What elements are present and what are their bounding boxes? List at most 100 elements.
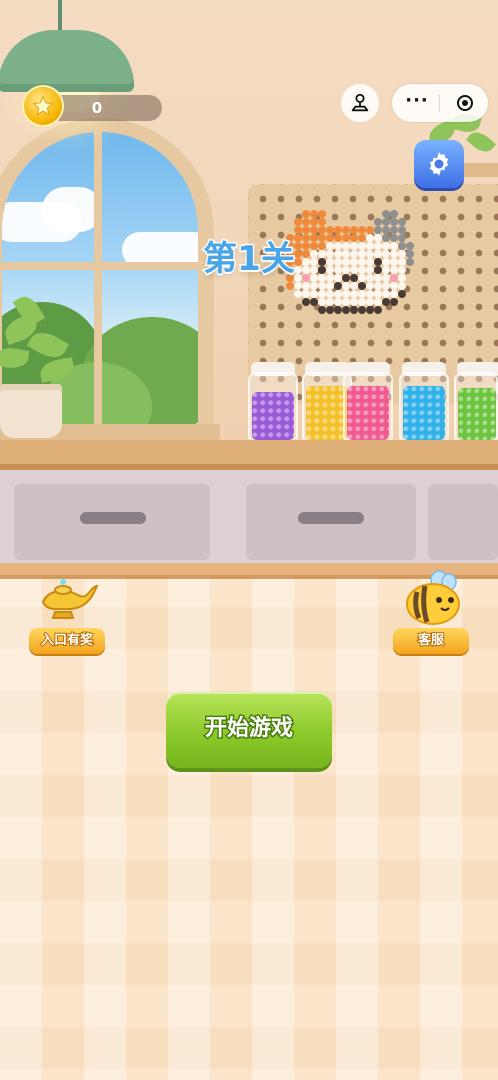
cat-bead <box>302 242 310 250</box>
magic-lamp-icon <box>41 579 99 619</box>
cat-bead <box>382 242 390 250</box>
level-title: 第1关 <box>202 238 297 281</box>
cat-bead <box>302 274 310 282</box>
cat-bead <box>342 242 350 250</box>
close-button[interactable] <box>444 84 486 122</box>
cat-bead <box>318 274 326 282</box>
cat-bead <box>310 250 318 258</box>
cat-bead <box>342 282 350 290</box>
cat-bead <box>334 298 342 306</box>
cat-bead <box>350 290 358 298</box>
cat-bead <box>398 234 406 242</box>
cat-bead <box>318 210 326 218</box>
cat-bead <box>334 274 342 282</box>
cat-bead <box>374 218 382 226</box>
cat-bead <box>302 210 310 218</box>
cat-bead <box>302 226 310 234</box>
cat-bead <box>310 274 318 282</box>
cat-bead <box>398 242 406 250</box>
cat-bead <box>398 274 406 282</box>
cat-bead <box>326 306 334 314</box>
cat-bead <box>334 266 342 274</box>
cat-bead <box>382 290 390 298</box>
customer-service-button[interactable]: 客服 <box>393 570 469 654</box>
cat-bead <box>382 226 390 234</box>
cat-bead <box>390 218 398 226</box>
cat-bead <box>302 290 310 298</box>
cat-bead <box>318 306 326 314</box>
cat-bead <box>382 210 390 218</box>
window-mullion <box>2 262 198 270</box>
cat-bead <box>398 258 406 266</box>
cat-bead <box>294 218 302 226</box>
cat-bead <box>334 282 342 290</box>
cat-bead <box>382 266 390 274</box>
cat-bead <box>382 298 390 306</box>
cat-bead <box>350 266 358 274</box>
cat-bead <box>342 258 350 266</box>
more-button[interactable]: ··· <box>396 84 438 122</box>
cat-bead <box>374 298 382 306</box>
cat-bead <box>382 218 390 226</box>
cat-bead <box>358 226 366 234</box>
cat-bead <box>390 282 398 290</box>
cat-bead <box>334 234 342 242</box>
gear-icon <box>429 152 449 176</box>
joystick-icon <box>351 93 369 112</box>
close-ring-icon <box>457 95 473 111</box>
cat-bead <box>390 234 398 242</box>
cat-bead <box>342 306 350 314</box>
cat-bead <box>382 282 390 290</box>
cat-bead <box>398 290 406 298</box>
cat-bead <box>294 282 302 290</box>
cat-bead <box>318 226 326 234</box>
capsule-divider <box>439 94 440 112</box>
cat-bead <box>350 298 358 306</box>
cat-bead <box>310 242 318 250</box>
cat-bead <box>366 290 374 298</box>
cat-bead <box>334 242 342 250</box>
cat-bead <box>326 298 334 306</box>
cat-bead <box>342 274 350 282</box>
cat-bead <box>342 234 350 242</box>
cat-bead <box>294 226 302 234</box>
cat-bead <box>302 234 310 242</box>
settings-button[interactable] <box>414 140 464 188</box>
cat-bead <box>350 282 358 290</box>
cat-bead <box>374 250 382 258</box>
cat-bead <box>318 250 326 258</box>
cat-bead <box>390 250 398 258</box>
cat-bead <box>310 290 318 298</box>
cat-bead <box>310 266 318 274</box>
cat-bead <box>334 306 342 314</box>
cat-bead <box>382 234 390 242</box>
cat-bead <box>390 242 398 250</box>
cat-bead <box>366 234 374 242</box>
cat-bead <box>358 242 366 250</box>
entry-reward-button[interactable]: 入口有奖 <box>29 570 105 654</box>
joystick-button[interactable] <box>341 84 379 122</box>
cat-bead <box>302 266 310 274</box>
start-game-button[interactable]: 开始游戏 <box>166 692 332 768</box>
cat-bead <box>398 226 406 234</box>
coin-star-icon <box>24 87 62 125</box>
cat-bead <box>358 234 366 242</box>
cat-bead <box>366 298 374 306</box>
cat-bead <box>294 290 302 298</box>
cat-bead <box>342 298 350 306</box>
cat-bead <box>374 306 382 314</box>
cat-bead <box>302 298 310 306</box>
cabinet-handle <box>298 512 364 524</box>
cat-bead <box>366 258 374 266</box>
cat-bead <box>310 218 318 226</box>
cat-bead <box>310 210 318 218</box>
bead-jar <box>399 372 449 444</box>
cat-bead <box>310 234 318 242</box>
cat-bead <box>390 274 398 282</box>
cat-bead <box>350 242 358 250</box>
cat-bead <box>318 282 326 290</box>
cat-bead <box>318 266 326 274</box>
cat-bead <box>350 226 358 234</box>
beads <box>403 386 445 440</box>
cat-bead <box>390 290 398 298</box>
